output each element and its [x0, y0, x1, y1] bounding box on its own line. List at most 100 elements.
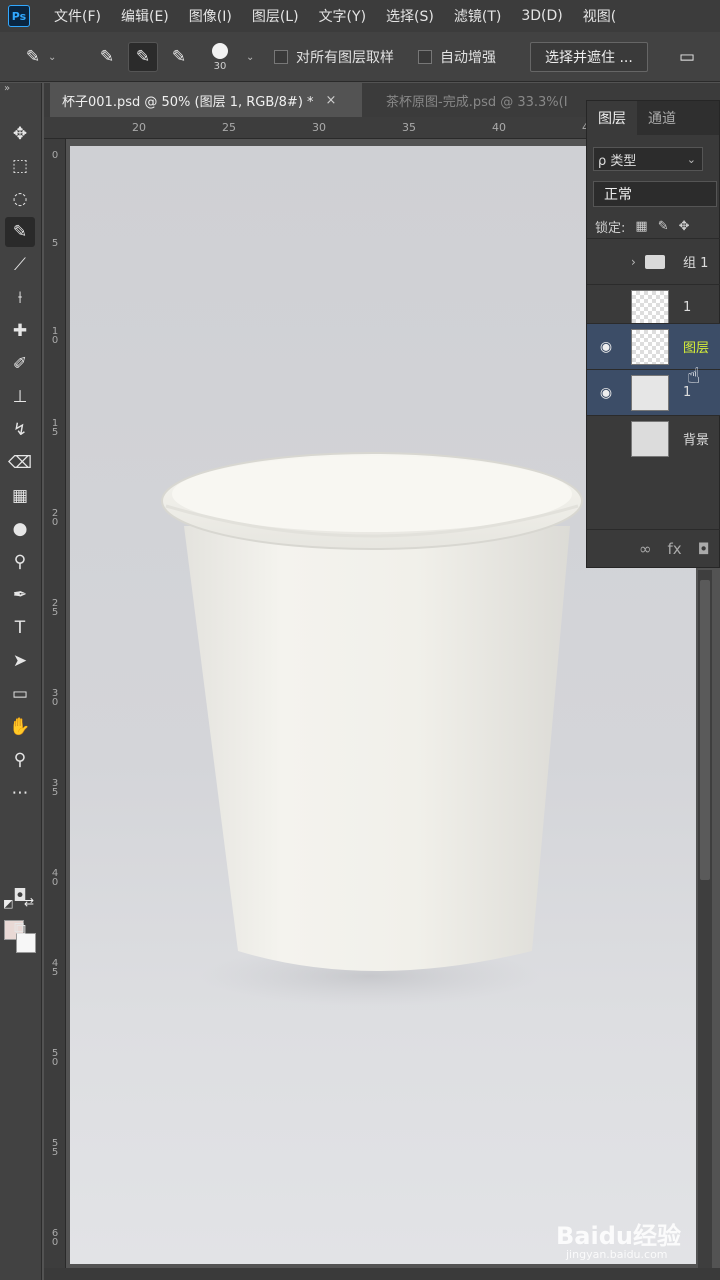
visibility-toggle[interactable]: ●: [597, 300, 615, 316]
baidu-watermark: Baidu经验 jingyan.baidu.com: [552, 1212, 720, 1272]
eye-icon[interactable]: ◉: [597, 339, 615, 355]
layer-filter-select[interactable]: ρ 类型 ⌄: [593, 147, 703, 171]
ruler-tick-label: 2 5: [51, 598, 59, 618]
layer-row-group[interactable]: ● › 组 1: [587, 238, 720, 284]
menu-image[interactable]: 图像(I): [189, 6, 232, 26]
brush-tool-icon[interactable]: ✐: [5, 349, 35, 379]
menu-layer[interactable]: 图层(L): [252, 6, 299, 26]
zoom-tool-icon[interactable]: ⚲: [5, 745, 35, 775]
ruler-tick-label: 25: [222, 121, 236, 134]
new-selection-icon[interactable]: ✎: [92, 42, 122, 72]
auto-enhance-checkbox[interactable]: [418, 50, 432, 64]
menu-edit[interactable]: 编辑(E): [121, 6, 169, 26]
hand-cursor-icon: ☝: [687, 364, 701, 389]
lasso-tool-icon[interactable]: ◌: [5, 184, 35, 214]
workspace-icon[interactable]: ▭: [672, 42, 702, 72]
visibility-toggle[interactable]: ●: [597, 431, 615, 447]
menu-select[interactable]: 选择(S): [386, 6, 434, 26]
menu-file[interactable]: 文件(F): [54, 6, 101, 26]
brush-preview: [212, 42, 228, 59]
menu-filter[interactable]: 滤镜(T): [454, 6, 501, 26]
ruler-tick-label: 4 5: [51, 958, 59, 978]
eyedropper-tool-icon[interactable]: ⟊: [5, 283, 35, 313]
quick-selection-tool-icon[interactable]: ✎: [5, 217, 35, 247]
layers-panel-footer: ∞ fx ◘: [587, 529, 720, 567]
gradient-tool-icon[interactable]: ▦: [5, 481, 35, 511]
clone-stamp-tool-icon[interactable]: ⊥: [5, 382, 35, 412]
ruler-tick-label: 4 0: [51, 868, 59, 888]
chevron-down-icon: ⌄: [48, 51, 57, 63]
ruler-tick-label: 30: [312, 121, 326, 134]
watermark-url: jingyan.baidu.com: [566, 1248, 668, 1261]
blend-mode-select[interactable]: 正常: [593, 181, 717, 207]
dodge-tool-icon[interactable]: ⚲: [5, 547, 35, 577]
healing-brush-tool-icon[interactable]: ✚: [5, 316, 35, 346]
tool-preset-picker[interactable]: ✎ ⌄: [18, 32, 57, 82]
lock-transparency-icon[interactable]: ▦: [635, 219, 647, 234]
tab-layers[interactable]: 图层: [587, 101, 637, 135]
layer-name: 1: [683, 300, 692, 315]
vertical-scrollbar[interactable]: [698, 570, 712, 1270]
layers-panel: 图层 通道 ρ 类型 ⌄ 正常 锁定: ▦ ✎ ✥ ● › 组 1 ● 1 ◉ …: [586, 100, 720, 568]
tab-document-active[interactable]: 杯子001.psd @ 50% (图层 1, RGB/8#) * ×: [50, 83, 362, 117]
visibility-toggle[interactable]: ●: [597, 254, 615, 270]
auto-enhance-label: 自动增强: [440, 50, 496, 66]
layer-thumbnail: [631, 289, 669, 326]
filter-label: ρ 类型: [598, 153, 637, 169]
tab-channels[interactable]: 通道: [637, 101, 687, 135]
options-bar: ✎ ⌄ ✎ ✎ ✎ 30 ⌄ 对所有图层取样 自动增强 选择并遮住 ... ▭: [0, 32, 720, 82]
eye-icon[interactable]: ◉: [597, 385, 615, 401]
select-and-mask-button[interactable]: 选择并遮住 ...: [530, 42, 648, 72]
path-selection-tool-icon[interactable]: ➤: [5, 646, 35, 676]
collapse-icon[interactable]: »: [4, 83, 10, 94]
blend-mode-value: 正常: [604, 187, 632, 203]
ruler-tick-label: 35: [402, 121, 416, 134]
type-tool-icon[interactable]: T: [5, 613, 35, 643]
history-brush-tool-icon[interactable]: ↯: [5, 415, 35, 445]
screen-mode-icon[interactable]: ⧉: [5, 914, 35, 944]
status-bar: [44, 1268, 720, 1280]
ruler-tick-label: 1 0: [51, 326, 59, 346]
tab-document-inactive[interactable]: 茶杯原图-完成.psd @ 33.3%(I: [374, 83, 580, 117]
move-tool-icon[interactable]: ✥: [5, 119, 35, 149]
close-icon[interactable]: ×: [326, 93, 337, 108]
menu-type[interactable]: 文字(Y): [319, 6, 366, 26]
chevron-down-icon[interactable]: ⌄: [246, 52, 254, 63]
lock-pixels-icon[interactable]: ✎: [658, 219, 669, 234]
crop-tool-icon[interactable]: ⟋: [5, 250, 35, 280]
watermark-logo-text: Baidu经验: [556, 1222, 681, 1250]
tools-panel: » ✥ ⬚ ◌ ✎ ⟋ ⟊ ✚ ✐ ⊥ ↯ ⌫ ▦ ● ⚲ ✒ T ➤ ▭ ✋ …: [0, 83, 42, 1280]
subtract-from-selection-icon[interactable]: ✎: [164, 42, 194, 72]
ruler-horizontal: 20 25 30 35 40 45: [44, 117, 596, 139]
sample-all-layers-checkbox[interactable]: [274, 50, 288, 64]
rectangle-tool-icon[interactable]: ▭: [5, 679, 35, 709]
marquee-tool-icon[interactable]: ⬚: [5, 151, 35, 181]
layer-name: 背景: [683, 433, 710, 448]
lock-position-icon[interactable]: ✥: [679, 219, 690, 234]
menu-view[interactable]: 视图(: [583, 6, 616, 26]
ruler-vertical: 0 5 1 0 1 5 2 0 2 5 3 0 3 5 4 0 4 5 5 0 …: [44, 139, 66, 1280]
menu-3d[interactable]: 3D(D): [521, 8, 562, 24]
layer-name: 组 1: [683, 256, 709, 271]
ruler-tick-label: 5 5: [51, 1138, 59, 1158]
eraser-tool-icon[interactable]: ⌫: [5, 448, 35, 478]
quick-mask-icon[interactable]: ◘: [5, 881, 35, 911]
blur-tool-icon[interactable]: ●: [5, 514, 35, 544]
layer-row-selected[interactable]: ◉ 图层: [587, 323, 720, 369]
menu-bar: Ps 文件(F) 编辑(E) 图像(I) 图层(L) 文字(Y) 选择(S) 滤…: [0, 0, 720, 32]
ruler-tick-label: 3 5: [51, 778, 59, 798]
brush-size-picker[interactable]: 30: [212, 32, 228, 82]
layer-row-background[interactable]: ● 背景: [587, 415, 720, 461]
more-tools-icon[interactable]: ⋯: [5, 778, 35, 808]
hand-tool-icon[interactable]: ✋: [5, 712, 35, 742]
layer-thumbnail: [631, 374, 669, 411]
pen-tool-icon[interactable]: ✒: [5, 580, 35, 610]
mask-icon[interactable]: ◘: [698, 540, 710, 558]
scrollbar-thumb[interactable]: [700, 580, 710, 880]
link-icon[interactable]: ∞: [639, 540, 652, 558]
fx-icon[interactable]: fx: [668, 540, 682, 558]
ruler-tick-label: 20: [132, 121, 146, 134]
chevron-right-icon[interactable]: ›: [631, 255, 636, 269]
add-to-selection-icon[interactable]: ✎: [128, 42, 158, 72]
quick-selection-icon: ✎: [25, 47, 41, 67]
